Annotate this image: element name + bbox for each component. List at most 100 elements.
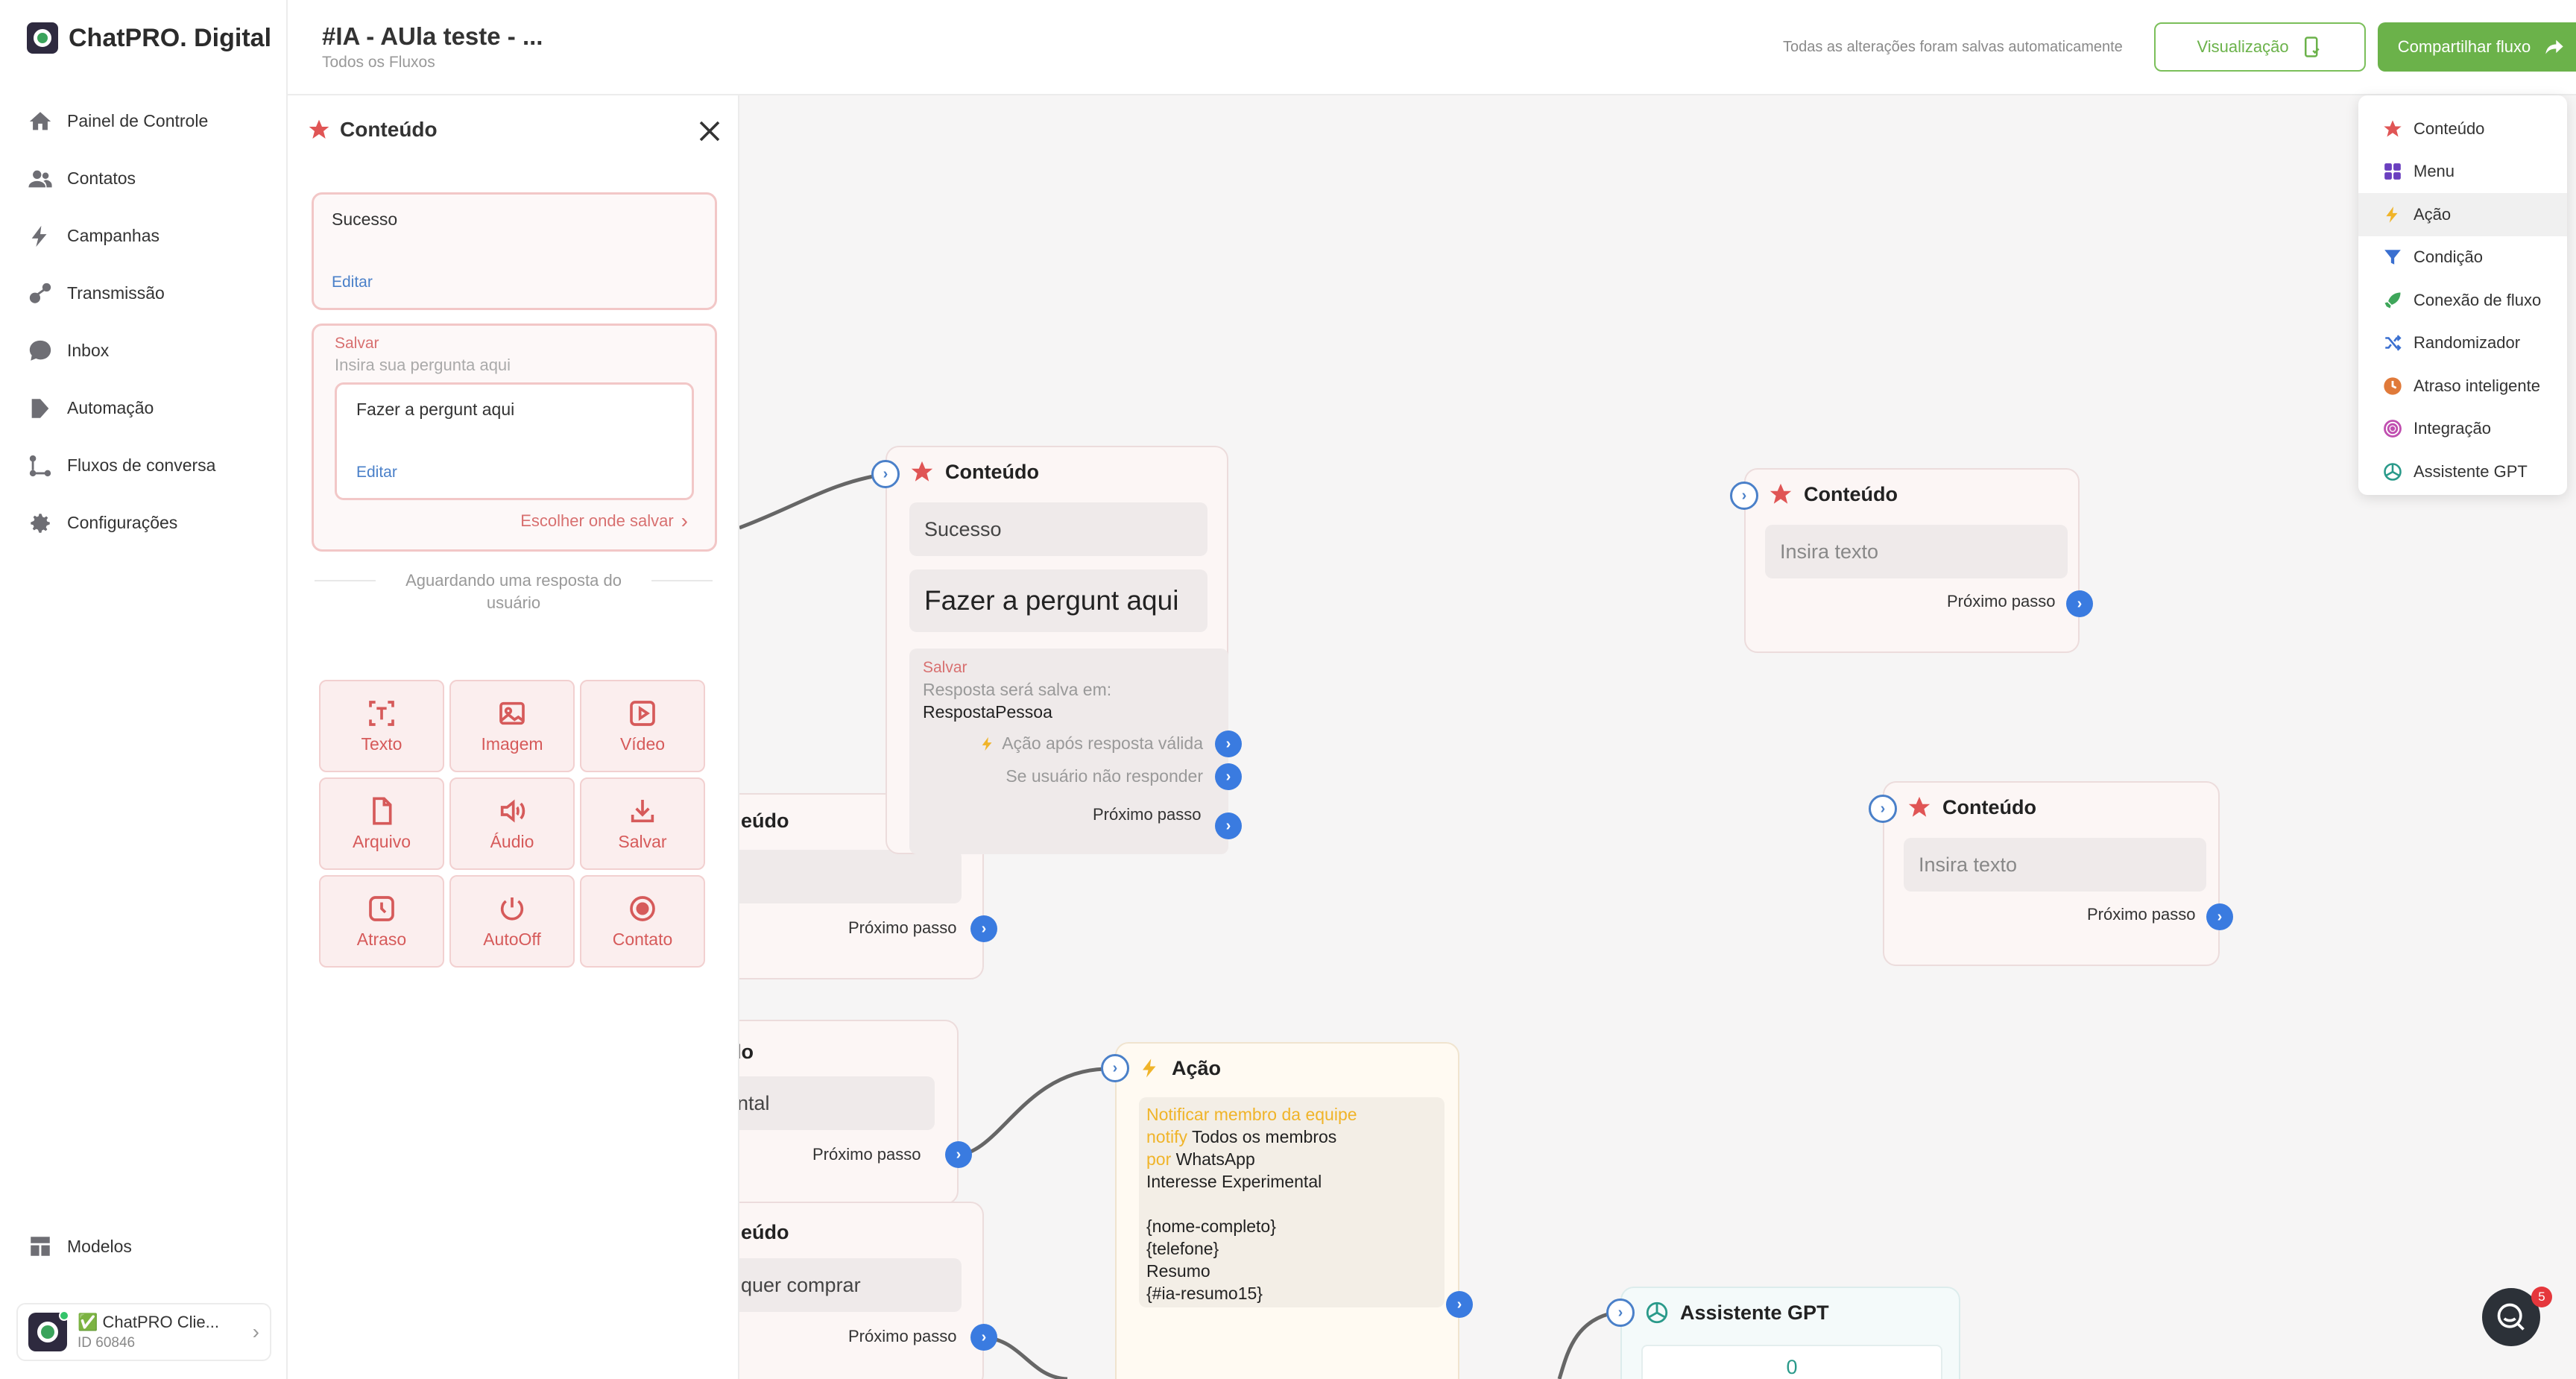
openai-icon: [2382, 461, 2403, 482]
sidebar-item-label: Painel de Controle: [67, 111, 209, 130]
content-tools-grid: Texto Imagem Vídeo Arquivo Áudio Salvar …: [319, 680, 705, 968]
question-text: Fazer a pergunt aqui: [356, 400, 515, 419]
sidebar-item-automacao[interactable]: Automação: [27, 379, 215, 437]
sidebar-item-campanhas[interactable]: Campanhas: [27, 207, 215, 265]
flow-node-content-partial[interactable]: eúdo quer comprar Próximo passo: [739, 1202, 984, 1379]
flow-node-action[interactable]: Ação Notificar membro da equipe notify T…: [1115, 1042, 1459, 1379]
menu-item-conteudo[interactable]: Conteúdo: [2358, 107, 2567, 151]
sidebar-item-label: Configurações: [67, 513, 178, 532]
node-field[interactable]: [739, 850, 962, 903]
flow-node-gpt[interactable]: Assistente GPT 0: [1620, 1287, 1960, 1379]
menu-item-conexao[interactable]: Conexão de fluxo: [2358, 279, 2567, 322]
choose-save-label: Escolher onde salvar: [520, 511, 674, 530]
node-field-text[interactable]: Insira texto: [1765, 525, 2068, 578]
next-step-label: Próximo passo: [2087, 905, 2196, 924]
save-label: Salvar: [923, 659, 967, 676]
input-port[interactable]: ›: [1606, 1298, 1635, 1327]
sidebar-item-configuracoes[interactable]: Configurações: [27, 494, 215, 552]
star-icon: [309, 119, 329, 139]
node-title: Ação: [1172, 1056, 1222, 1079]
save-icon: [631, 799, 654, 822]
shuffle-icon: [2382, 332, 2403, 353]
input-port[interactable]: ›: [1101, 1054, 1129, 1082]
tool-audio-button[interactable]: Áudio: [449, 777, 575, 870]
sidebar-item-inbox[interactable]: Inbox: [27, 322, 215, 379]
close-icon[interactable]: [696, 118, 723, 145]
next-step-port[interactable]: ›: [2206, 903, 2233, 930]
brand[interactable]: ChatPRO. Digital: [27, 22, 271, 54]
share-flow-button[interactable]: Compartilhar fluxo: [2378, 22, 2576, 72]
sidebar-item-transmissao[interactable]: Transmissão: [27, 265, 215, 322]
autosave-status: Todas as alterações foram salvas automat…: [1783, 39, 2123, 55]
node-title: Conteúdo: [1804, 482, 1898, 505]
text-message-card[interactable]: Sucesso Editar: [312, 192, 717, 310]
next-step-label: Próximo passo: [848, 918, 957, 937]
no-response-port[interactable]: ›: [1215, 763, 1242, 790]
tool-delay-button[interactable]: Atraso: [319, 875, 444, 968]
input-port[interactable]: ›: [1730, 482, 1758, 510]
node-title: Assistente GPT: [1680, 1301, 1829, 1324]
automation-icon: [27, 395, 54, 422]
menu-item-randomizador[interactable]: Randomizador: [2358, 322, 2567, 365]
input-port[interactable]: ›: [871, 460, 900, 488]
flow-node-content[interactable]: Conteúdo Insira texto Próximo passo: [1883, 781, 2220, 966]
node-field[interactable]: quer comprar: [739, 1258, 962, 1312]
edit-link[interactable]: Editar: [356, 464, 397, 482]
panel-header: Conteúdo: [307, 118, 438, 142]
next-step-label: Próximo passo: [848, 1327, 957, 1345]
panel-title: Conteúdo: [340, 118, 438, 141]
notify-label: Notificar membro da equipe: [1146, 1105, 1357, 1124]
next-step-port[interactable]: ›: [970, 1324, 997, 1351]
next-step-label: Próximo passo: [812, 1145, 921, 1164]
next-step-port[interactable]: ›: [970, 915, 997, 942]
menu-item-condicao[interactable]: Condição: [2358, 236, 2567, 280]
question-input[interactable]: Fazer a pergunt aqui Editar: [335, 382, 694, 500]
next-step-port[interactable]: ›: [1446, 1291, 1473, 1318]
node-field-text[interactable]: Sucesso: [909, 502, 1208, 556]
sidebar-item-fluxos[interactable]: Fluxos de conversa: [27, 437, 215, 494]
flow-node-content[interactable]: Conteúdo Insira texto Próximo passo: [1744, 468, 2080, 653]
preview-button[interactable]: Visualização: [2154, 22, 2366, 72]
tool-contact-button[interactable]: Contato: [580, 875, 705, 968]
node-field-question[interactable]: Fazer a pergunt aqui: [909, 569, 1208, 632]
menu-item-assistente-gpt[interactable]: Assistente GPT: [2358, 450, 2567, 493]
tool-save-button[interactable]: Salvar: [580, 777, 705, 870]
sidebar-item-label: Inbox: [67, 341, 110, 360]
flow-node-content-partial[interactable]: do ental Próximo passo: [739, 1020, 959, 1205]
save-desc: Resposta será salva em:: [923, 680, 1112, 699]
menu-item-menu[interactable]: Menu: [2358, 151, 2567, 194]
next-step-port[interactable]: ›: [945, 1141, 972, 1168]
node-field-text[interactable]: Insira texto: [1904, 838, 2206, 892]
lightning-icon: [27, 223, 54, 250]
tool-autooff-button[interactable]: AutoOff: [449, 875, 575, 968]
contact-icon: [630, 895, 655, 921]
flow-canvas[interactable]: eúdo Próximo passo › Conteúdo Sucesso Fa…: [739, 95, 2576, 1379]
flow-node-content[interactable]: Conteúdo Sucesso Fazer a pergunt aqui Sa…: [886, 446, 1228, 854]
tool-video-button[interactable]: Vídeo: [580, 680, 705, 772]
choose-save-link[interactable]: Escolher onde salvar ›: [520, 509, 688, 533]
account-switcher[interactable]: ✅ ChatPRO Clie... ID 60846 ›: [16, 1303, 271, 1361]
tool-text-button[interactable]: Texto: [319, 680, 444, 772]
input-port[interactable]: ›: [1869, 795, 1897, 823]
flow-title[interactable]: #IA - AUla teste - ...: [322, 22, 543, 51]
sidebar-item-contatos[interactable]: Contatos: [27, 150, 215, 207]
lightning-icon: [2382, 204, 2403, 225]
share-arrow-icon: [2545, 40, 2563, 54]
notify-target: Todos os membros: [1191, 1127, 1337, 1146]
next-step-port[interactable]: ›: [2066, 590, 2093, 617]
edit-link[interactable]: Editar: [332, 274, 373, 291]
sidebar-item-modelos[interactable]: Modelos: [27, 1233, 132, 1260]
tool-image-button[interactable]: Imagem: [449, 680, 575, 772]
menu-item-atraso[interactable]: Atraso inteligente: [2358, 365, 2567, 408]
next-step-port[interactable]: ›: [1215, 812, 1242, 839]
action-valid-port[interactable]: ›: [1215, 730, 1242, 757]
breadcrumb[interactable]: Todos os Fluxos: [322, 54, 435, 72]
menu-item-label: Condição: [2414, 247, 2483, 267]
tool-file-button[interactable]: Arquivo: [319, 777, 444, 870]
account-id: ID 60846: [78, 1335, 136, 1351]
menu-item-acao[interactable]: Ação: [2358, 193, 2567, 236]
node-field[interactable]: ental: [739, 1076, 935, 1130]
save-label: Salvar: [335, 335, 379, 352]
menu-item-integracao[interactable]: Integração: [2358, 408, 2567, 451]
sidebar-item-painel[interactable]: Painel de Controle: [27, 92, 215, 150]
